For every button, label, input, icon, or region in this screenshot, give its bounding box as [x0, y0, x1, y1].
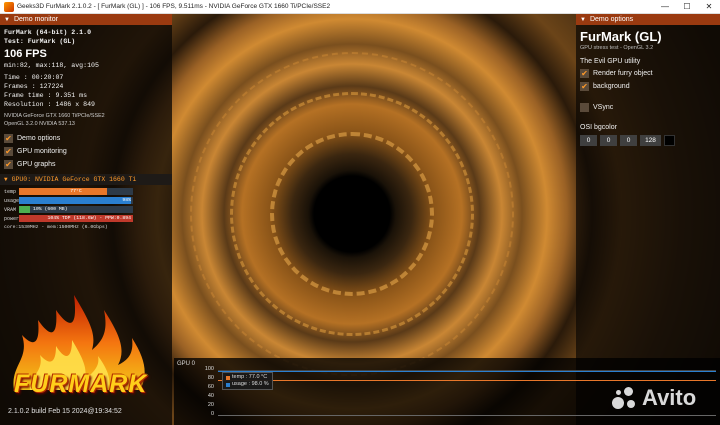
collapse-triangle-icon: ▼ — [4, 176, 8, 183]
osi-alpha-input[interactable]: 128 — [640, 135, 661, 146]
meter-label: power — [4, 215, 20, 222]
legend-swatch — [226, 382, 230, 387]
collapse-triangle-icon: ▼ — [580, 16, 586, 23]
usage-series-line — [218, 370, 716, 372]
temp-bar: 77°C — [19, 188, 133, 195]
meter-label: VRAM — [4, 206, 17, 213]
graph-title: GPU 0 — [177, 361, 196, 367]
build-info: 2.1.0.2 build Feb 15 2024@19:34:52 — [8, 408, 122, 415]
gpu-meters: temp 77°C usage 98% VRAM 10% (600 MB) po… — [0, 187, 172, 223]
graph-tick: 100 — [204, 366, 214, 372]
meter-vram: VRAM 10% (600 MB) — [0, 205, 172, 214]
demo-options-header[interactable]: ▼ Demo options — [576, 14, 720, 25]
background-toggle[interactable]: ✔ background — [576, 80, 720, 93]
gpu0-header[interactable]: ▼ GPU0: NVIDIA GeForce GTX 1660 Ti — [0, 174, 172, 185]
checkbox-label: GPU monitoring — [17, 148, 67, 155]
frame-time-readout: Frame time : 9.351 ms — [4, 92, 88, 99]
demo-options-toggle[interactable]: ✔ Demo options — [0, 132, 172, 145]
graph-tick: 0 — [210, 411, 214, 417]
test-title: FurMark (GL) — [580, 29, 662, 44]
osi-red-input[interactable]: 0 — [580, 135, 597, 146]
avito-watermark: Avito — [612, 385, 696, 411]
test-subtitle: GPU stress test - OpenGL 3.2 — [580, 45, 654, 51]
avito-logo-icon — [612, 385, 638, 411]
close-button[interactable]: ✕ — [698, 0, 720, 14]
title-bar[interactable]: Geeks3D FurMark 2.1.0.2 - [ FurMark (GL)… — [0, 0, 720, 14]
graph-baseline — [218, 415, 716, 416]
meter-value: 77°C — [70, 189, 82, 194]
osi-blue-input[interactable]: 0 — [620, 135, 637, 146]
checkbox-label: background — [593, 83, 630, 90]
power-bar: 104% TDP (118.6W) - PPW:0.894 — [19, 215, 133, 222]
vsync-toggle[interactable]: ✔ VSync — [576, 101, 720, 114]
graph-tick: 20 — [207, 402, 214, 408]
temp-series-line — [218, 380, 716, 382]
opengl-version: OpenGL 3.2.0 NVIDIA 537.13 — [4, 121, 75, 127]
checkmark-icon[interactable]: ✔ — [580, 82, 589, 91]
vram-bar: 10% (600 MB) — [19, 206, 133, 213]
maximize-button[interactable]: ☐ — [676, 0, 698, 14]
usage-bar: 98% — [19, 197, 133, 204]
app-version: FurMark (64-bit) 2.1.0 — [4, 29, 92, 36]
graph-legend: temp : 77.0 °C usage : 98.0 % — [222, 372, 273, 390]
checkmark-icon[interactable]: ✔ — [4, 147, 13, 156]
frames-readout: Frames : 127224 — [4, 83, 64, 90]
furmark-logo: FURMARK 2.1.0.2 build Feb 15 2024@19:34:… — [0, 280, 172, 425]
osi-bgcolor-label: OSI bgcolor — [580, 124, 617, 131]
gpu0-title: GPU0: NVIDIA GeForce GTX 1660 Ti — [11, 176, 137, 183]
demo-monitor-title: Demo monitor — [13, 16, 58, 23]
meter-power: power 104% TDP (118.6W) - PPW:0.894 — [0, 214, 172, 223]
gpu-monitoring-toggle[interactable]: ✔ GPU monitoring — [0, 145, 172, 158]
furmark-logo-text: FURMARK — [14, 370, 148, 398]
monitor-options: ✔ Demo options ✔ GPU monitoring ✔ GPU gr… — [0, 132, 172, 171]
meter-value: 98% — [122, 198, 131, 203]
fps-stats: min:82, max:118, avg:105 — [4, 62, 99, 69]
legend-item-temp: temp : 77.0 °C — [226, 374, 269, 381]
meter-value: 10% (600 MB) — [33, 207, 68, 212]
minimize-button[interactable]: — — [654, 0, 676, 14]
time-readout: Time : 00:20:07 — [4, 74, 64, 81]
avito-wordmark: Avito — [642, 385, 697, 410]
graph-tick: 80 — [207, 375, 214, 381]
utility-label: The Evil GPU utility — [580, 58, 641, 65]
collapse-triangle-icon: ▼ — [4, 16, 10, 23]
meter-label: usage — [4, 197, 20, 204]
meter-label: temp — [4, 188, 17, 195]
clock-readout: core:1530MHz - mem:1500MHz (6.0Gbps) — [4, 225, 108, 230]
legend-label: temp : 77.0 °C — [232, 374, 268, 380]
demo-options-title: Demo options — [589, 16, 634, 23]
test-name: Test: FurMark (GL) — [4, 38, 76, 45]
osi-green-input[interactable]: 0 — [600, 135, 617, 146]
checkmark-icon[interactable]: ✔ — [4, 134, 13, 143]
window-controls: — ☐ ✕ — [654, 0, 720, 14]
meter-value: 104% TDP (118.6W) - PPW:0.894 — [47, 216, 131, 221]
render-furry-toggle[interactable]: ✔ Render furry object — [576, 67, 720, 80]
fps-readout: 106 FPS — [4, 48, 47, 60]
window-title: Geeks3D FurMark 2.1.0.2 - [ FurMark (GL)… — [17, 3, 331, 10]
checkmark-icon[interactable]: ✔ — [4, 160, 13, 169]
furmark-app-icon — [4, 1, 14, 12]
checkmark-icon[interactable]: ✔ — [580, 69, 589, 78]
checkbox-icon[interactable]: ✔ — [580, 103, 589, 112]
meter-usage: usage 98% — [0, 196, 172, 205]
checkbox-label: GPU graphs — [17, 161, 56, 168]
legend-swatch — [226, 375, 230, 380]
checkbox-label: VSync — [593, 104, 614, 111]
gpu-graphs-toggle[interactable]: ✔ GPU graphs — [0, 158, 172, 171]
fur-ring — [190, 52, 514, 376]
graph-tick: 60 — [207, 384, 214, 390]
osi-bgcolor-inputs: 0 0 0 128 — [576, 135, 720, 146]
resolution-readout: Resolution : 1486 x 849 — [4, 101, 96, 108]
meter-temp: temp 77°C — [0, 187, 172, 196]
gpu-name: NVIDIA GeForce GTX 1660 Ti/PCIe/SSE2 — [4, 113, 105, 119]
checkbox-label: Render furry object — [593, 70, 653, 77]
graph-tick: 40 — [207, 393, 214, 399]
legend-label: usage : 98.0 % — [232, 381, 269, 387]
demo-monitor-header[interactable]: ▼ Demo monitor — [0, 14, 172, 25]
furmark-window: Geeks3D FurMark 2.1.0.2 - [ FurMark (GL)… — [0, 0, 720, 425]
legend-item-usage: usage : 98.0 % — [226, 381, 269, 388]
osi-color-swatch[interactable] — [664, 135, 675, 146]
checkbox-label: Demo options — [17, 135, 61, 142]
